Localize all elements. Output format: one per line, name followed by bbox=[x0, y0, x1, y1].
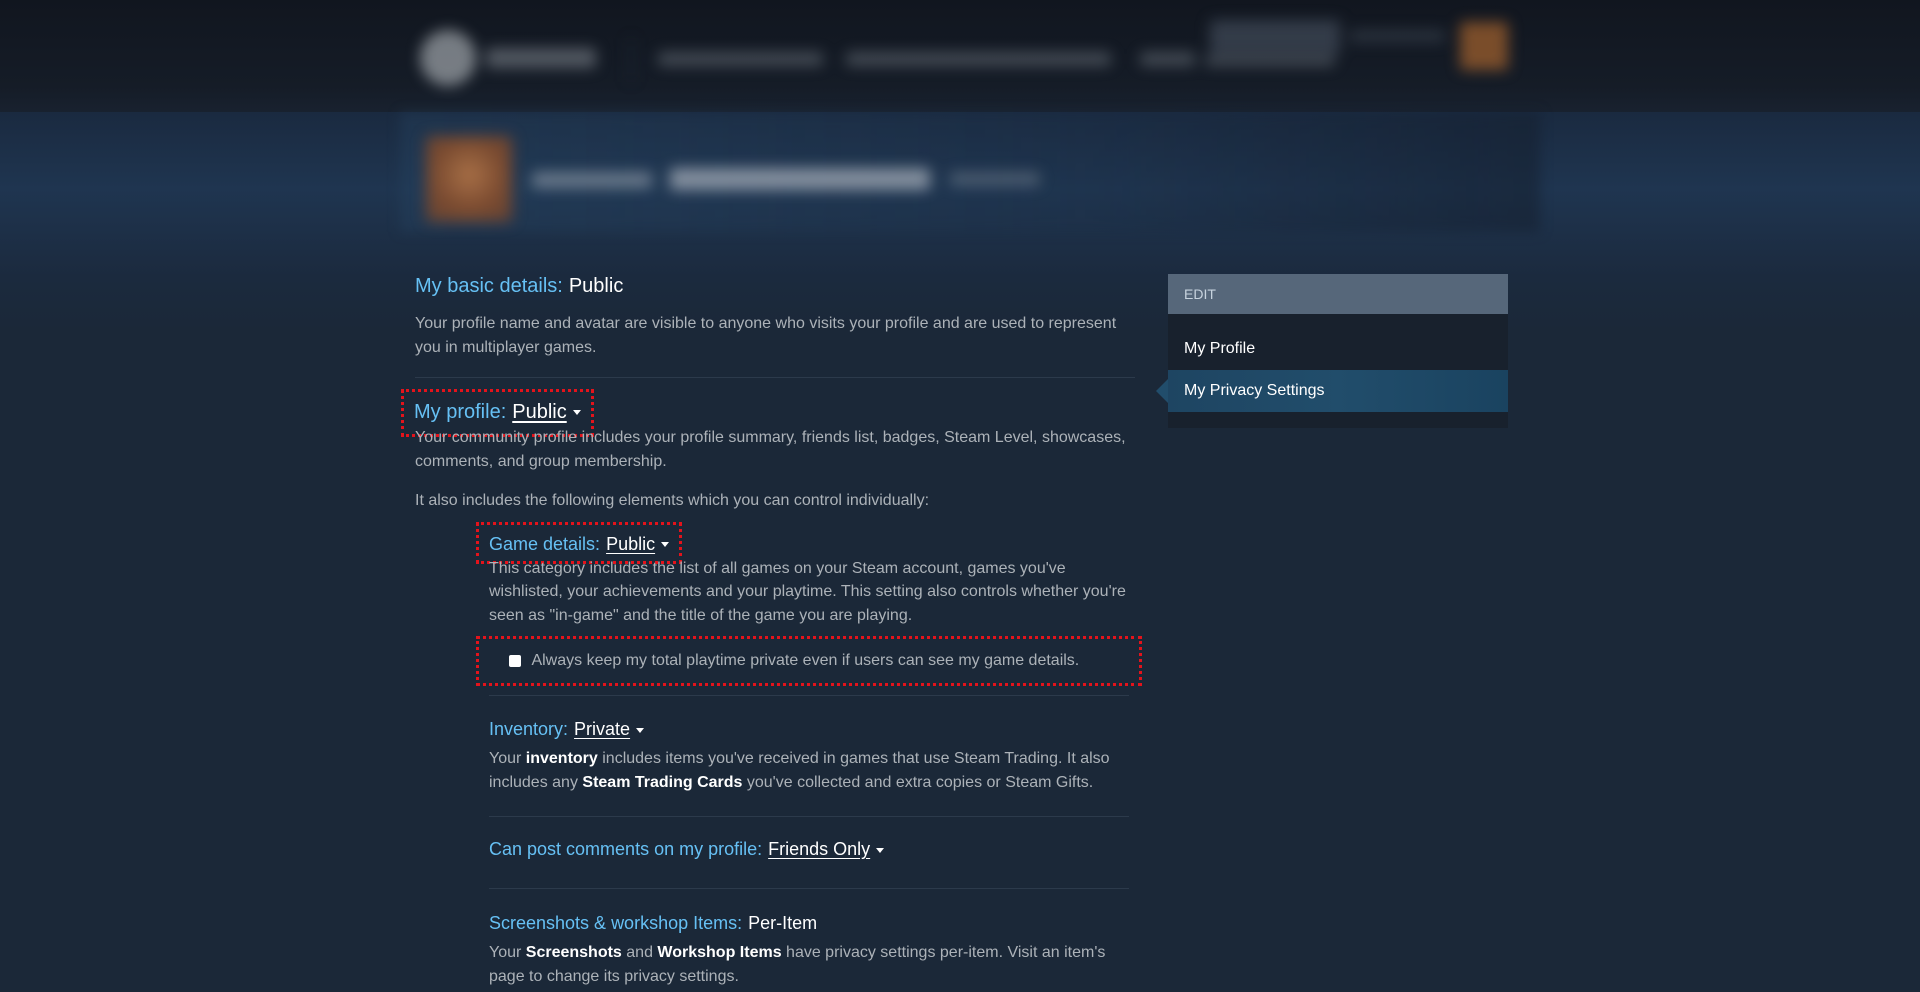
nav-item-blurred bbox=[1140, 52, 1195, 66]
sidebar-item-my-privacy-settings[interactable]: My Privacy Settings bbox=[1156, 370, 1508, 412]
game-details-description: This category includes the list of all g… bbox=[489, 559, 1126, 624]
dropdown-caret-icon bbox=[661, 542, 670, 548]
divider bbox=[489, 816, 1129, 817]
comments-label: Can post comments on my profile: bbox=[489, 839, 763, 859]
sidebar-item-label: My Profile bbox=[1184, 340, 1256, 357]
inventory-privacy-value[interactable]: Private bbox=[574, 719, 630, 739]
game-details-label: Game details: bbox=[489, 533, 601, 554]
global-header-blurred bbox=[410, 18, 1520, 98]
profile-header-blurred bbox=[420, 132, 1520, 232]
screenshots-privacy-value: Per-Item bbox=[748, 913, 818, 933]
game-details-privacy-dropdown[interactable]: Public bbox=[606, 534, 670, 554]
sidebar-item-my-profile[interactable]: My Profile bbox=[1168, 328, 1508, 370]
account-links-blurred bbox=[1350, 30, 1445, 42]
basic-details-section: My basic details: Public Your profile nam… bbox=[415, 270, 1135, 359]
profile-name-blurred bbox=[532, 172, 652, 188]
dropdown-caret-icon bbox=[572, 410, 581, 416]
nav-item-blurred bbox=[846, 52, 1111, 66]
comments-section: Can post comments on my profile: Friends … bbox=[489, 835, 1129, 889]
basic-details-description: Your profile name and avatar are visible… bbox=[415, 315, 1117, 356]
dropdown-caret-icon bbox=[876, 847, 885, 853]
game-details-dropdown-highlight: Game details: Public bbox=[475, 521, 683, 564]
playtime-private-checkbox-highlight: Always keep my total playtime private ev… bbox=[476, 636, 1142, 686]
basic-details-label: My basic details: bbox=[415, 275, 563, 297]
profile-description: Your community profile includes your pro… bbox=[415, 429, 1126, 470]
active-pointer-icon bbox=[1156, 379, 1168, 403]
playtime-private-checkbox[interactable] bbox=[509, 654, 521, 667]
basic-details-value: Public bbox=[568, 275, 624, 297]
profile-subtitle-blurred bbox=[950, 172, 1040, 186]
edit-sidebar: EDIT My Profile My Privacy Settings bbox=[1156, 274, 1508, 428]
inventory-description: Your inventory includes items you've rec… bbox=[489, 750, 1110, 791]
account-avatar bbox=[1460, 22, 1508, 70]
inventory-label: Inventory: bbox=[489, 719, 569, 739]
divider bbox=[489, 888, 1129, 889]
playtime-private-checkbox-label[interactable]: Always keep my total playtime private ev… bbox=[531, 652, 1079, 669]
profile-avatar bbox=[426, 136, 512, 222]
dropdown-caret-icon bbox=[636, 727, 645, 733]
nav-item-blurred bbox=[658, 52, 823, 66]
sidebar-menu: My Profile My Privacy Settings bbox=[1156, 314, 1508, 428]
inventory-privacy-dropdown[interactable]: Private bbox=[574, 719, 645, 739]
sidebar-header: EDIT bbox=[1168, 274, 1508, 314]
comments-privacy-value[interactable]: Friends Only bbox=[768, 839, 870, 859]
screenshots-label: Screenshots & workshop Items: bbox=[489, 913, 743, 933]
divider bbox=[489, 695, 1129, 696]
profile-label: My profile: bbox=[414, 401, 507, 423]
profile-also-includes-text: It also includes the following elements … bbox=[415, 492, 930, 509]
comments-privacy-dropdown[interactable]: Friends Only bbox=[768, 839, 885, 859]
nav-item-blurred bbox=[1205, 56, 1335, 66]
steam-logo-wordmark bbox=[486, 48, 596, 68]
game-details-privacy-value[interactable]: Public bbox=[606, 534, 655, 554]
screenshots-section: Screenshots & workshop Items: Per-Item Yo… bbox=[489, 909, 1129, 988]
divider bbox=[415, 377, 1135, 378]
profile-name-blurred bbox=[670, 168, 930, 190]
sidebar-item-label: My Privacy Settings bbox=[1184, 382, 1325, 399]
profile-section: My profile: Public Your community profile… bbox=[401, 389, 1135, 513]
profile-privacy-value[interactable]: Public bbox=[512, 401, 566, 423]
game-details-section: Game details: Public This category includ… bbox=[475, 521, 1142, 696]
nav-divider bbox=[630, 38, 632, 82]
install-button-blurred bbox=[1210, 20, 1340, 54]
inventory-section: Inventory: Private Your inventory include… bbox=[489, 715, 1129, 817]
screenshots-description: Your Screenshots and Workshop Items have… bbox=[489, 944, 1106, 985]
steam-logo-icon bbox=[420, 30, 476, 86]
profile-privacy-dropdown[interactable]: Public bbox=[512, 401, 581, 423]
privacy-settings-panel: My basic details: Public Your profile nam… bbox=[401, 270, 1142, 988]
